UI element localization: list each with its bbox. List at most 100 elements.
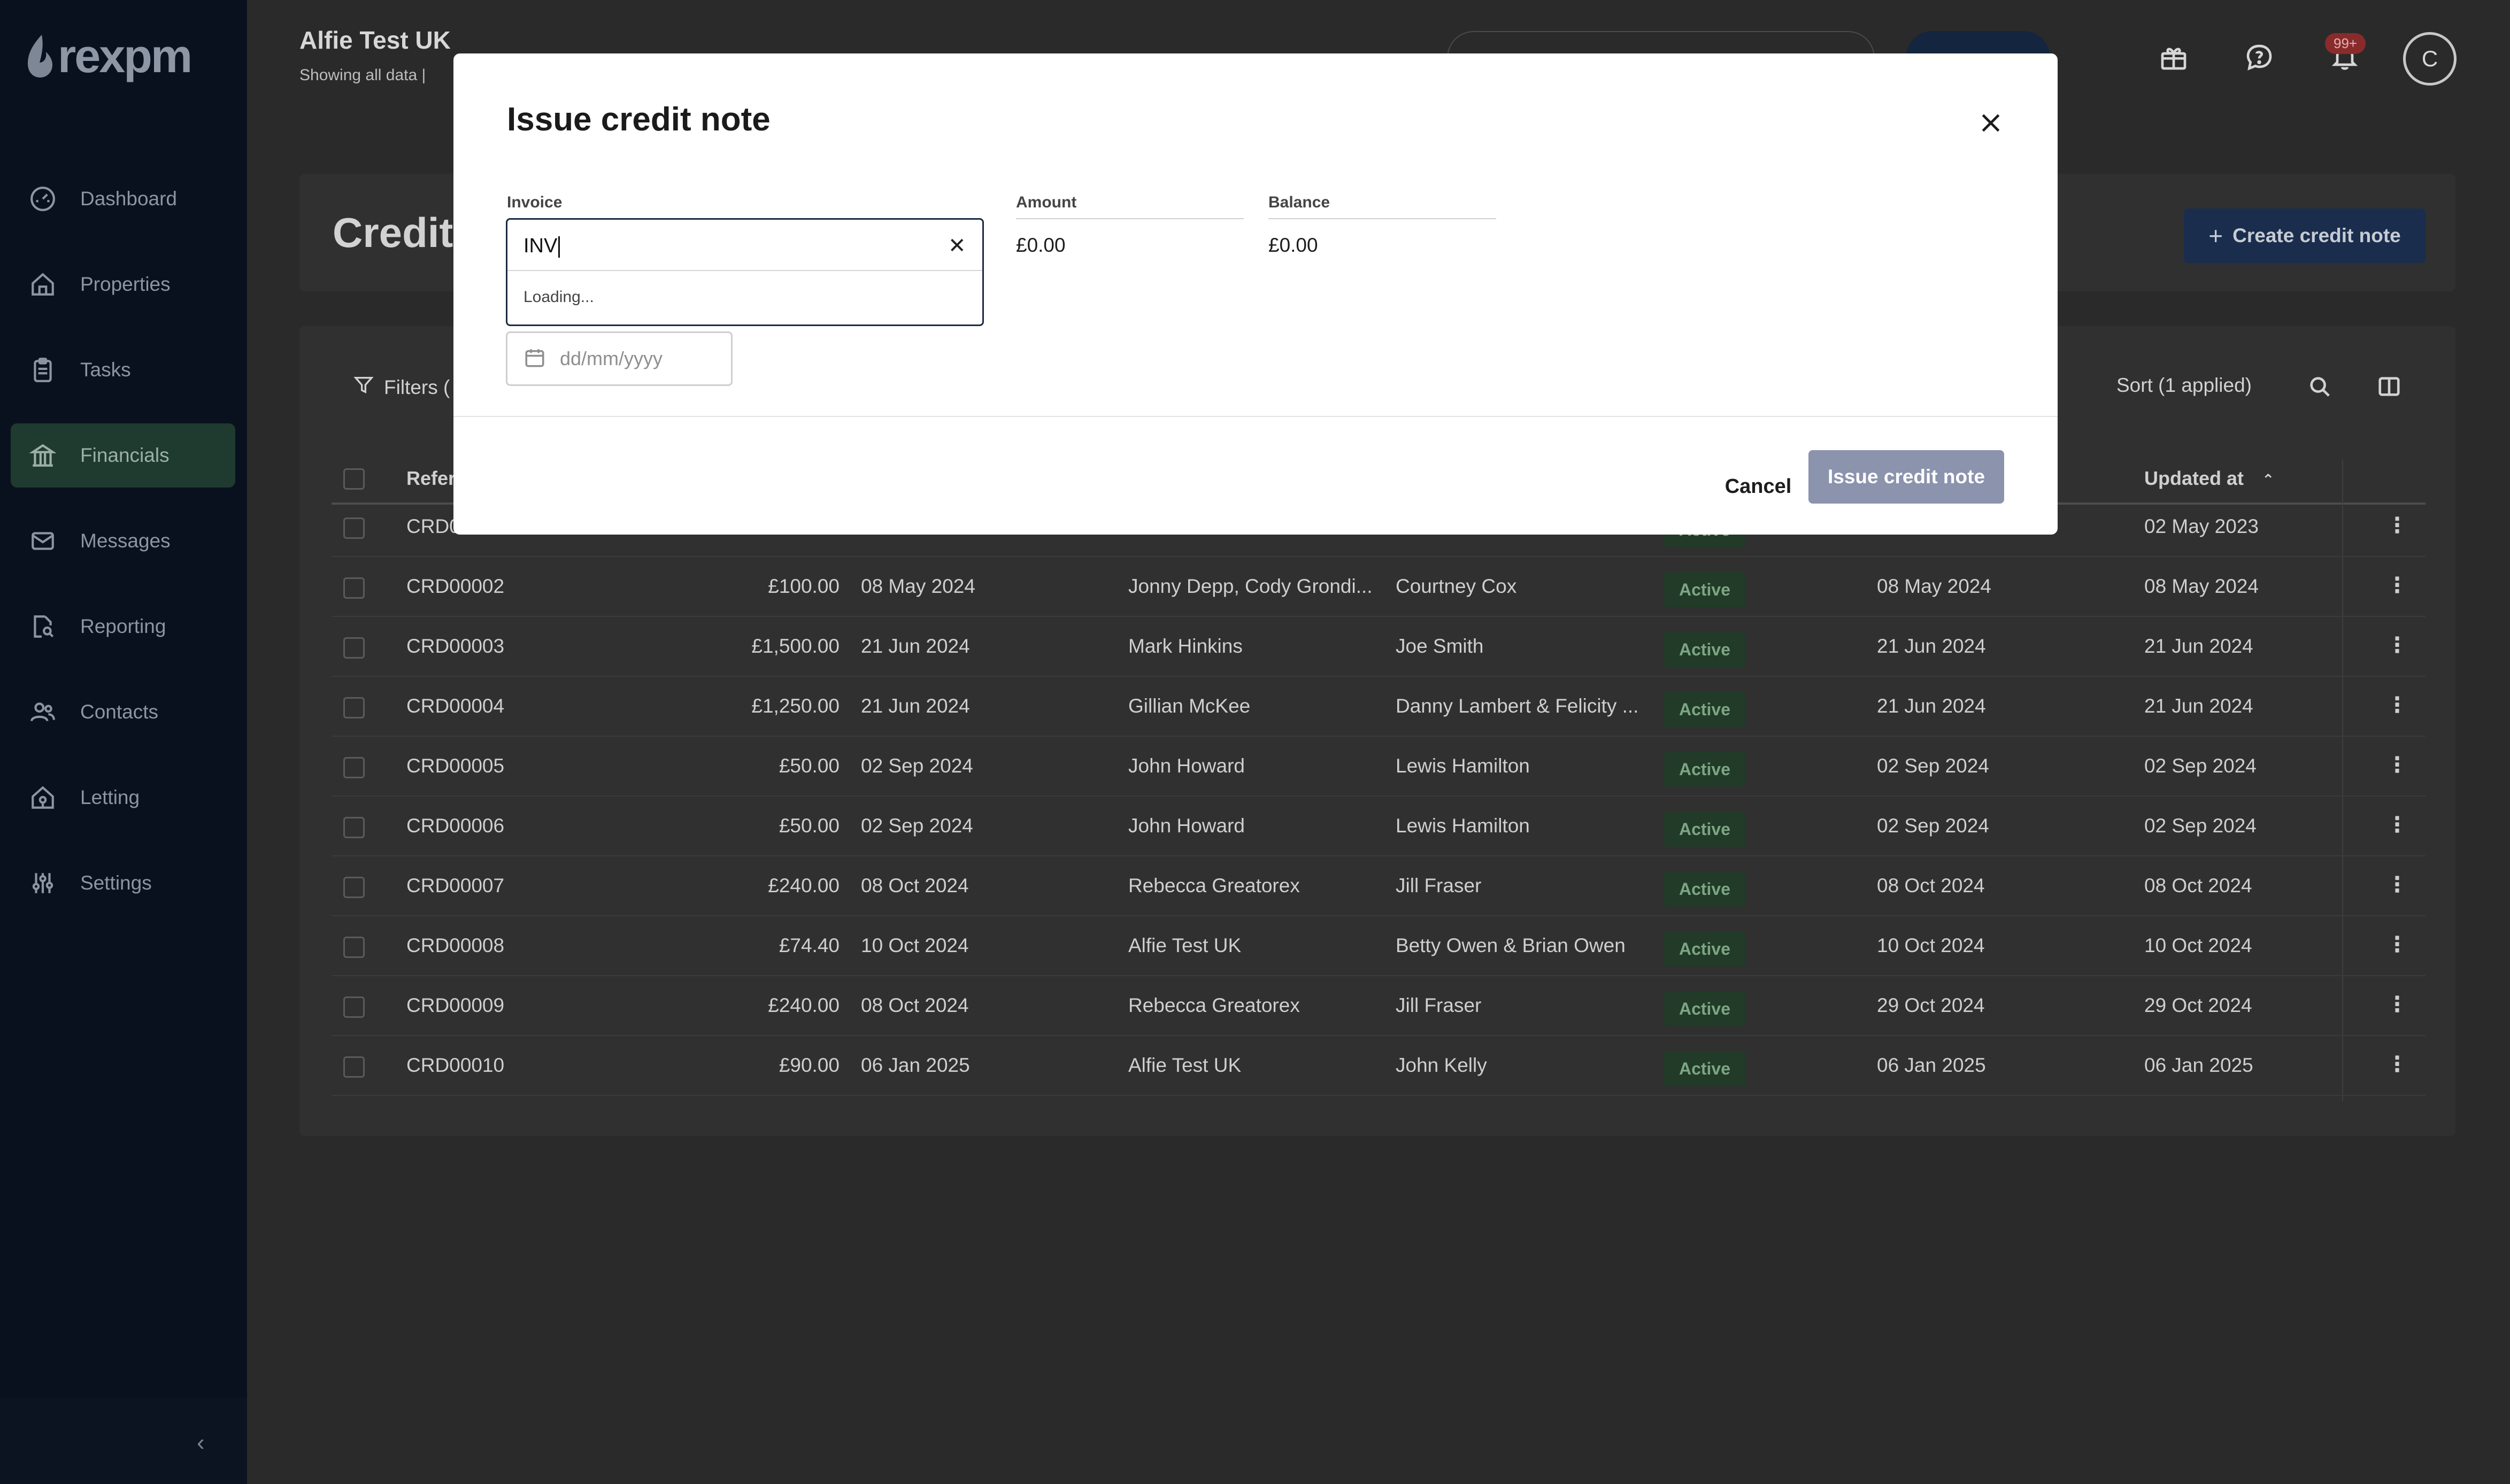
cell-from: Rebecca Greatorex xyxy=(1128,994,1300,1016)
amount-label: Amount xyxy=(1016,194,1077,211)
cell-ref: CRD00009 xyxy=(406,994,505,1016)
row-menu-icon[interactable]: ⋮ xyxy=(2386,872,2408,897)
cell-date: 02 Sep 2024 xyxy=(861,755,973,777)
cell-updated: 21 Jun 2024 xyxy=(2144,695,2253,717)
search-icon[interactable] xyxy=(2305,372,2335,401)
cell-date: 08 May 2024 xyxy=(861,575,975,597)
rexpm-logo[interactable]: rexpm xyxy=(26,29,193,83)
row-checkbox[interactable] xyxy=(343,577,365,599)
users-icon xyxy=(28,697,58,727)
row-checkbox[interactable] xyxy=(343,996,365,1018)
sidebar-item-tasks[interactable]: Tasks xyxy=(11,338,235,402)
invoice-input[interactable]: INV ✕ xyxy=(507,220,982,271)
table-row[interactable]: CRD00002 £100.00 08 May 2024 Jonny Depp, Co… xyxy=(332,557,2426,617)
status-badge: Active xyxy=(1664,632,1745,667)
row-checkbox[interactable] xyxy=(343,817,365,838)
cell-date: 08 Oct 2024 xyxy=(861,875,969,896)
row-checkbox[interactable] xyxy=(343,937,365,958)
row-menu-icon[interactable]: ⋮ xyxy=(2386,513,2408,538)
sidebar-item-label: Messages xyxy=(80,530,171,552)
row-checkbox[interactable] xyxy=(343,637,365,659)
avatar[interactable]: C xyxy=(2403,32,2457,86)
cell-to: Lewis Hamilton xyxy=(1396,755,1530,777)
table-row[interactable]: CRD00005 £50.00 02 Sep 2024 John Howard Lewi… xyxy=(332,737,2426,797)
cell-ref: CRD00006 xyxy=(406,815,505,837)
status-badge: Active xyxy=(1664,752,1745,787)
sidebar-item-reporting[interactable]: Reporting xyxy=(11,594,235,659)
select-all-checkbox[interactable] xyxy=(343,468,365,490)
sidebar-item-properties[interactable]: Properties xyxy=(11,252,235,316)
clear-icon[interactable]: ✕ xyxy=(948,234,966,258)
balance-label: Balance xyxy=(1268,194,1330,211)
sidebar-item-label: Properties xyxy=(80,273,171,295)
updated-at-label: Updated at xyxy=(2144,467,2244,489)
calendar-icon xyxy=(523,346,546,372)
sliders-icon xyxy=(28,868,58,898)
row-checkbox[interactable] xyxy=(343,877,365,898)
cell-created: 08 Oct 2024 xyxy=(1877,875,1985,896)
cancel-button[interactable]: Cancel xyxy=(1705,460,1812,513)
logo-mark-icon xyxy=(26,34,55,79)
account-scope: Showing all data | xyxy=(299,66,426,84)
column-header-updated-at[interactable]: Updated at ⌃ xyxy=(2144,467,2275,490)
cell-ref: CRD00007 xyxy=(406,875,505,896)
sidebar-item-messages[interactable]: Messages xyxy=(11,509,235,573)
row-checkbox[interactable] xyxy=(343,697,365,718)
row-menu-icon[interactable]: ⋮ xyxy=(2386,992,2408,1017)
sidebar-item-settings[interactable]: Settings xyxy=(11,851,235,915)
row-menu-icon[interactable]: ⋮ xyxy=(2386,753,2408,777)
row-menu-icon[interactable]: ⋮ xyxy=(2386,573,2408,598)
sort-button[interactable]: Sort (1 applied) xyxy=(2116,374,2252,397)
cell-created: 02 Sep 2024 xyxy=(1877,755,1989,777)
cell-created: 29 Oct 2024 xyxy=(1877,994,1985,1016)
cell-created: 21 Jun 2024 xyxy=(1877,635,1986,657)
row-menu-icon[interactable]: ⋮ xyxy=(2386,813,2408,837)
status-badge: Active xyxy=(1664,572,1745,607)
cell-updated: 08 May 2024 xyxy=(2144,575,2259,597)
cell-to: Danny Lambert & Felicity ... xyxy=(1396,695,1639,717)
sidebar-item-letting[interactable]: Letting xyxy=(11,766,235,830)
row-menu-icon[interactable]: ⋮ xyxy=(2386,693,2408,717)
chevron-left-icon[interactable]: ‹ xyxy=(197,1429,205,1456)
cell-ref: CRD00008 xyxy=(406,934,505,956)
row-checkbox[interactable] xyxy=(343,757,365,778)
row-checkbox[interactable] xyxy=(343,1056,365,1078)
cell-to: John Kelly xyxy=(1396,1054,1487,1076)
help-icon[interactable] xyxy=(2235,33,2283,81)
gift-icon[interactable] xyxy=(2150,33,2198,81)
cell-created: 08 May 2024 xyxy=(1877,575,1991,597)
report-icon xyxy=(28,612,58,641)
status-badge: Active xyxy=(1664,991,1745,1026)
table-row[interactable]: CRD00009 £240.00 08 Oct 2024 Rebecca Greato… xyxy=(332,976,2426,1036)
cell-created: 10 Oct 2024 xyxy=(1877,934,1985,956)
invoice-combobox[interactable]: INV ✕ Loading... xyxy=(506,218,984,326)
columns-icon[interactable] xyxy=(2374,372,2404,401)
account-name[interactable]: Alfie Test UK xyxy=(299,26,451,55)
row-menu-icon[interactable]: ⋮ xyxy=(2386,1052,2408,1077)
create-credit-note-button[interactable]: + Create credit note xyxy=(2184,208,2426,263)
table-row[interactable]: CRD00004 £1,250.00 21 Jun 2024 Gillian McKe… xyxy=(332,677,2426,737)
sidebar-item-dashboard[interactable]: Dashboard xyxy=(11,167,235,231)
close-icon[interactable] xyxy=(1975,107,2007,139)
cell-from: Gillian McKee xyxy=(1128,695,1251,717)
row-menu-icon[interactable]: ⋮ xyxy=(2386,633,2408,658)
table-row[interactable]: CRD00007 £240.00 08 Oct 2024 Rebecca Greato… xyxy=(332,856,2426,916)
cell-updated: 10 Oct 2024 xyxy=(2144,934,2252,956)
table-row[interactable]: CRD00010 £90.00 06 Jan 2025 Alfie Test UK Jo… xyxy=(332,1036,2426,1096)
filters-button[interactable]: Filters ( xyxy=(353,374,450,400)
issue-credit-note-button[interactable]: Issue credit note xyxy=(1808,450,2004,504)
date-input[interactable]: dd/mm/yyyy xyxy=(506,331,733,386)
cell-amount: £90.00 xyxy=(779,1054,840,1076)
cell-date: 21 Jun 2024 xyxy=(861,695,970,717)
row-checkbox[interactable] xyxy=(343,517,365,539)
table-row[interactable]: CRD00003 £1,500.00 21 Jun 2024 Mark Hinkins… xyxy=(332,617,2426,677)
cell-from: John Howard xyxy=(1128,815,1245,837)
sidebar-item-financials[interactable]: Financials xyxy=(11,423,235,488)
cell-ref: CRD00003 xyxy=(406,635,505,657)
column-header-reference[interactable]: Refer xyxy=(406,467,456,490)
table-row[interactable]: CRD00006 £50.00 02 Sep 2024 John Howard Lewi… xyxy=(332,797,2426,856)
row-menu-icon[interactable]: ⋮ xyxy=(2386,932,2408,957)
sidebar-item-contacts[interactable]: Contacts xyxy=(11,680,235,744)
invoice-label: Invoice xyxy=(507,194,563,211)
table-row[interactable]: CRD00008 £74.40 10 Oct 2024 Alfie Test UK Be… xyxy=(332,916,2426,976)
